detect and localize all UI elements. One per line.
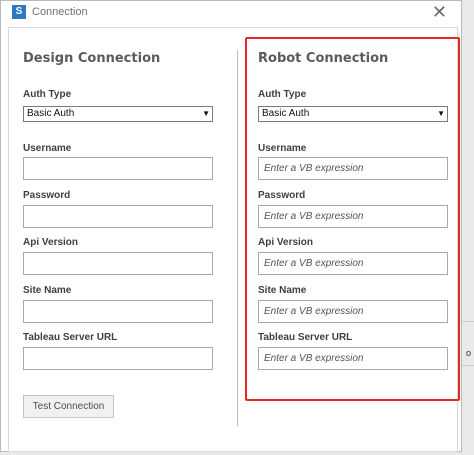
robot-api-version-input[interactable] bbox=[258, 252, 448, 275]
robot-api-version-label: Api Version bbox=[258, 237, 314, 248]
title-bar: S Connection ✕ bbox=[1, 1, 461, 27]
dropdown-arrow-icon: ▼ bbox=[437, 109, 445, 118]
robot-server-url-label: Tableau Server URL bbox=[258, 332, 353, 343]
robot-password-input[interactable] bbox=[258, 205, 448, 228]
robot-site-name-input[interactable] bbox=[258, 300, 448, 323]
design-auth-type-select[interactable]: Basic Auth ▼ bbox=[23, 106, 213, 122]
background-gridline bbox=[462, 321, 474, 322]
robot-username-label: Username bbox=[258, 143, 307, 154]
background-text: o bbox=[466, 348, 472, 358]
design-server-url-label: Tableau Server URL bbox=[23, 332, 118, 343]
robot-site-name-label: Site Name bbox=[258, 285, 307, 296]
robot-username-input[interactable] bbox=[258, 157, 448, 180]
design-connection-title: Design Connection bbox=[23, 51, 161, 66]
test-connection-button[interactable]: Test Connection bbox=[23, 395, 114, 418]
design-password-input[interactable] bbox=[23, 205, 213, 228]
design-server-url-input[interactable] bbox=[23, 347, 213, 370]
window-title: Connection bbox=[32, 6, 88, 18]
design-site-name-input[interactable] bbox=[23, 300, 213, 323]
app-logo-icon: S bbox=[12, 5, 26, 19]
background-gridline bbox=[462, 365, 474, 366]
design-username-input[interactable] bbox=[23, 157, 213, 180]
panel-divider bbox=[237, 50, 238, 426]
design-username-label: Username bbox=[23, 143, 72, 154]
close-icon[interactable]: ✕ bbox=[432, 2, 447, 24]
design-api-version-input[interactable] bbox=[23, 252, 213, 275]
dropdown-arrow-icon: ▼ bbox=[202, 109, 210, 118]
design-password-label: Password bbox=[23, 190, 71, 201]
robot-password-label: Password bbox=[258, 190, 306, 201]
robot-auth-type-value: Basic Auth bbox=[262, 108, 310, 119]
design-auth-type-value: Basic Auth bbox=[27, 108, 75, 119]
robot-auth-type-select[interactable]: Basic Auth ▼ bbox=[258, 106, 448, 122]
robot-auth-type-label: Auth Type bbox=[258, 89, 307, 100]
design-api-version-label: Api Version bbox=[23, 237, 79, 248]
connection-dialog: S Connection ✕ Design Connection Auth Ty… bbox=[0, 0, 462, 452]
robot-server-url-input[interactable] bbox=[258, 347, 448, 370]
design-site-name-label: Site Name bbox=[23, 285, 72, 296]
design-auth-type-label: Auth Type bbox=[23, 89, 72, 100]
robot-connection-title: Robot Connection bbox=[258, 51, 389, 66]
